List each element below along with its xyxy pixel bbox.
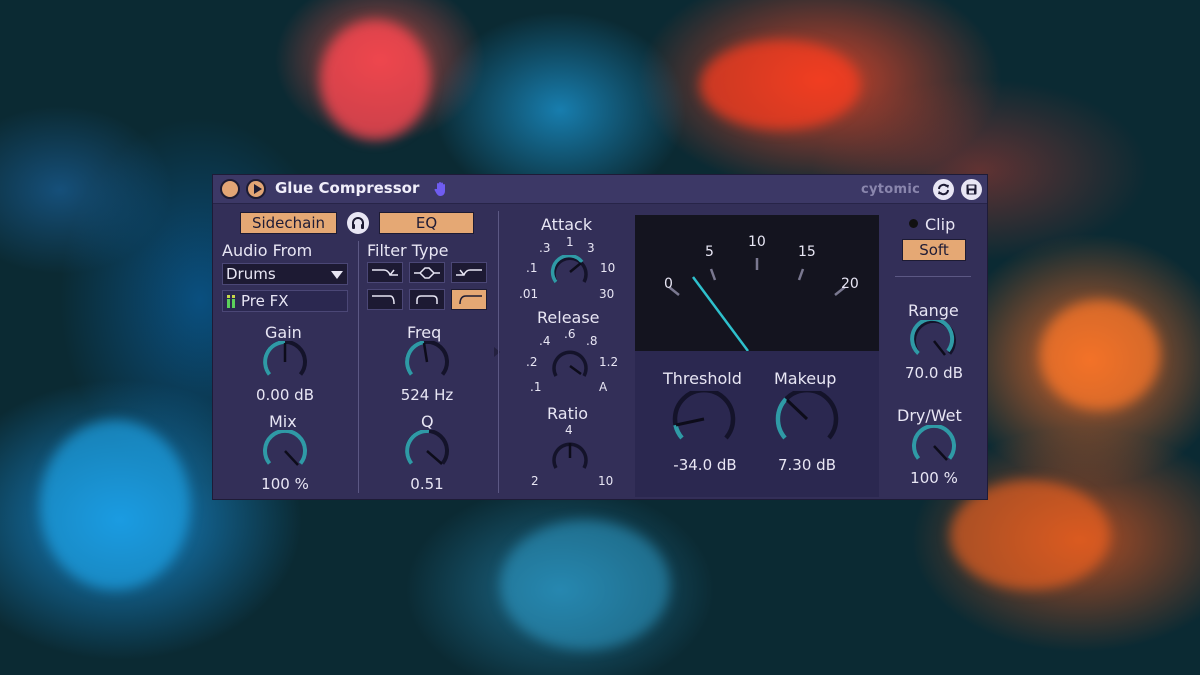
column-divider bbox=[358, 241, 359, 493]
glue-compressor-device: Glue Compressor cytomic Sidechain EQ Aud… bbox=[212, 174, 988, 500]
sidechain-toggle[interactable]: Sidechain bbox=[240, 212, 337, 234]
mix-label: Mix bbox=[269, 412, 297, 431]
highshelf-icon bbox=[459, 295, 482, 305]
audio-from-value: Drums bbox=[226, 265, 276, 283]
section-divider bbox=[895, 276, 971, 277]
device-title-bar[interactable]: Glue Compressor cytomic bbox=[213, 175, 987, 204]
meter-scale-label: 15 bbox=[798, 244, 816, 260]
threshold-knob[interactable] bbox=[670, 391, 738, 449]
bandpass-icon bbox=[414, 267, 440, 279]
attack-tick: .1 bbox=[526, 261, 538, 275]
tap-point-dropdown[interactable]: Pre FX bbox=[222, 290, 348, 312]
filter-highpass-button[interactable] bbox=[451, 262, 487, 283]
soft-clip-button[interactable]: Soft bbox=[902, 239, 966, 261]
makeup-knob[interactable] bbox=[773, 391, 841, 449]
release-tick: .4 bbox=[539, 334, 551, 348]
filter-lowshelf-button[interactable] bbox=[367, 289, 403, 310]
sync-icon[interactable] bbox=[933, 179, 954, 200]
release-tick: 1.2 bbox=[599, 355, 619, 369]
release-tick: .2 bbox=[526, 355, 538, 369]
release-tick: A bbox=[599, 380, 608, 394]
freq-value: 524 Hz bbox=[400, 386, 454, 404]
gain-knob[interactable] bbox=[260, 341, 310, 383]
attack-tick: .01 bbox=[519, 287, 539, 301]
filter-peak-button[interactable] bbox=[409, 289, 445, 310]
release-knob[interactable] bbox=[550, 349, 590, 383]
hand-icon[interactable] bbox=[432, 180, 450, 198]
ratio-tick: 10 bbox=[598, 474, 614, 488]
attack-tick: 30 bbox=[599, 287, 615, 301]
power-icon[interactable] bbox=[220, 179, 240, 199]
lowpass-icon bbox=[372, 269, 398, 276]
mix-value: 100 % bbox=[261, 475, 309, 493]
peak-icon bbox=[416, 295, 438, 304]
release-tick: .8 bbox=[586, 334, 598, 348]
attack-tick: 1 bbox=[566, 235, 574, 249]
dry-wet-knob[interactable] bbox=[909, 425, 959, 467]
release-tick: .1 bbox=[530, 380, 542, 394]
eq-toggle[interactable]: EQ bbox=[379, 212, 474, 234]
q-knob[interactable] bbox=[402, 430, 452, 472]
meter-scale-label: 0 bbox=[664, 276, 673, 292]
attack-knob[interactable] bbox=[550, 255, 590, 289]
gain-label: Gain bbox=[265, 323, 302, 342]
gain-value: 0.00 dB bbox=[256, 386, 314, 404]
save-icon[interactable] bbox=[961, 179, 982, 200]
threshold-value: -34.0 dB bbox=[673, 456, 737, 474]
meter-scale-label: 10 bbox=[748, 234, 766, 250]
meter-scale-label: 20 bbox=[841, 276, 859, 292]
meter-needle bbox=[691, 276, 750, 351]
q-value: 0.51 bbox=[410, 475, 444, 493]
lowshelf-icon bbox=[372, 295, 395, 305]
clip-label: Clip bbox=[925, 215, 956, 234]
ratio-label: Ratio bbox=[547, 404, 589, 423]
release-label: Release bbox=[537, 308, 600, 327]
filter-highshelf-button[interactable] bbox=[451, 289, 487, 310]
highpass-icon bbox=[456, 269, 482, 276]
clip-led[interactable] bbox=[909, 219, 918, 228]
brand-logo: cytomic bbox=[861, 182, 921, 197]
freq-knob[interactable] bbox=[402, 341, 452, 383]
play-icon[interactable] bbox=[246, 179, 266, 199]
meter-scale-label: 5 bbox=[705, 244, 714, 260]
expand-arrow-icon[interactable] bbox=[494, 347, 500, 357]
range-value: 70.0 dB bbox=[905, 364, 963, 382]
chevron-down-icon bbox=[331, 271, 343, 279]
meter-icon bbox=[227, 295, 235, 308]
makeup-label: Makeup bbox=[774, 369, 837, 388]
range-label: Range bbox=[908, 301, 959, 320]
gain-reduction-meter: 0 5 10 15 20 bbox=[635, 215, 879, 351]
q-label: Q bbox=[421, 412, 434, 431]
freq-label: Freq bbox=[407, 323, 442, 342]
column-divider bbox=[498, 211, 499, 493]
audio-from-label: Audio From bbox=[222, 241, 313, 260]
attack-label: Attack bbox=[541, 215, 593, 234]
filter-type-label: Filter Type bbox=[367, 241, 449, 260]
attack-tick: 3 bbox=[587, 241, 595, 255]
ratio-tick: 4 bbox=[565, 423, 573, 437]
mix-knob[interactable] bbox=[260, 430, 310, 472]
device-title: Glue Compressor bbox=[275, 179, 420, 197]
headphones-icon[interactable] bbox=[347, 212, 369, 234]
filter-bandpass-button[interactable] bbox=[409, 262, 445, 283]
dry-wet-label: Dry/Wet bbox=[897, 406, 962, 425]
filter-lowpass-button[interactable] bbox=[367, 262, 403, 283]
audio-from-dropdown[interactable]: Drums bbox=[222, 263, 348, 285]
ratio-tick: 2 bbox=[531, 474, 539, 488]
release-tick: .6 bbox=[564, 327, 576, 341]
attack-tick: .3 bbox=[539, 241, 551, 255]
tap-point-value: Pre FX bbox=[241, 292, 289, 310]
attack-tick: 10 bbox=[600, 261, 616, 275]
threshold-makeup-panel: Threshold -34.0 dB Makeup 7.30 dB bbox=[635, 351, 879, 497]
range-knob[interactable] bbox=[909, 320, 959, 362]
threshold-label: Threshold bbox=[663, 369, 742, 388]
makeup-value: 7.30 dB bbox=[778, 456, 836, 474]
dry-wet-value: 100 % bbox=[910, 469, 958, 487]
ratio-knob[interactable] bbox=[550, 441, 590, 475]
